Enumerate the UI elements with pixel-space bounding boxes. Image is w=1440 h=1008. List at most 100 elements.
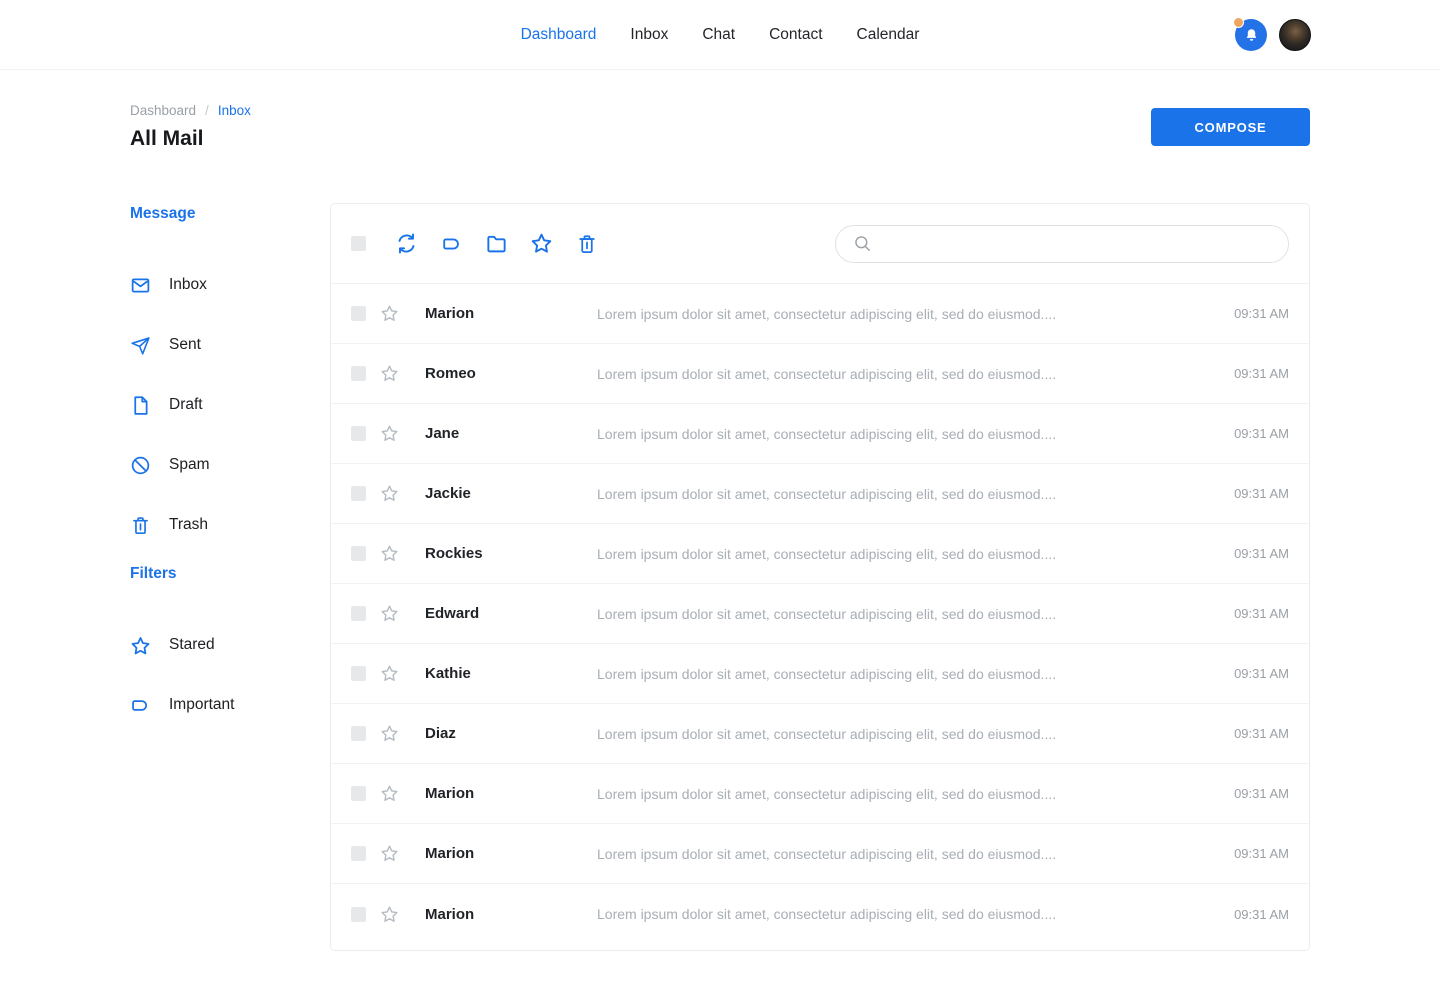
sidebar-item-stared[interactable]: Stared: [130, 615, 330, 675]
mail-sender: Marion: [425, 906, 597, 923]
mail-preview: Lorem ipsum dolor sit amet, consectetur …: [597, 726, 1219, 742]
star-icon[interactable]: [380, 424, 399, 443]
row-checkbox[interactable]: [351, 786, 366, 801]
mail-preview: Lorem ipsum dolor sit amet, consectetur …: [597, 306, 1219, 322]
sidebar-item-label: Inbox: [169, 276, 207, 294]
star-icon[interactable]: [380, 364, 399, 383]
page-head: Dashboard / Inbox All Mail COMPOSE: [130, 70, 1310, 151]
mail-sender: Jackie: [425, 485, 597, 502]
mail-row[interactable]: Marion Lorem ipsum dolor sit amet, conse…: [331, 764, 1309, 824]
star-icon[interactable]: [380, 304, 399, 323]
mail-time: 09:31 AM: [1219, 606, 1289, 621]
sidebar-item-label: Stared: [169, 636, 215, 654]
top-header: Dashboard Inbox Chat Contact Calendar: [0, 0, 1440, 70]
sidebar-item-spam[interactable]: Spam: [130, 435, 330, 495]
row-checkbox[interactable]: [351, 726, 366, 741]
star-icon[interactable]: [380, 544, 399, 563]
row-checkbox[interactable]: [351, 907, 366, 922]
mail-sender: Rockies: [425, 545, 597, 562]
search-box: [835, 225, 1289, 263]
mail-row[interactable]: Edward Lorem ipsum dolor sit amet, conse…: [331, 584, 1309, 644]
star-icon[interactable]: [380, 484, 399, 503]
star-icon[interactable]: [530, 232, 553, 255]
mail-row[interactable]: Marion Lorem ipsum dolor sit amet, conse…: [331, 284, 1309, 344]
star-icon: [130, 635, 151, 656]
draft-icon: [130, 395, 151, 416]
header-actions: [1235, 0, 1311, 70]
refresh-icon[interactable]: [395, 232, 418, 255]
row-checkbox[interactable]: [351, 366, 366, 381]
mail-row[interactable]: Romeo Lorem ipsum dolor sit amet, consec…: [331, 344, 1309, 404]
compose-button[interactable]: COMPOSE: [1151, 108, 1310, 146]
sidebar-item-inbox[interactable]: Inbox: [130, 255, 330, 315]
user-avatar[interactable]: [1279, 19, 1311, 51]
nav-dashboard[interactable]: Dashboard: [521, 26, 597, 44]
mail-row[interactable]: Marion Lorem ipsum dolor sit amet, conse…: [331, 824, 1309, 884]
trash-icon[interactable]: [575, 232, 598, 255]
title-block: Dashboard / Inbox All Mail: [130, 103, 251, 151]
breadcrumb-dashboard[interactable]: Dashboard: [130, 103, 196, 118]
search-icon: [853, 234, 872, 253]
mail-preview: Lorem ipsum dolor sit amet, consectetur …: [597, 546, 1219, 562]
mail-row[interactable]: Kathie Lorem ipsum dolor sit amet, conse…: [331, 644, 1309, 704]
row-checkbox[interactable]: [351, 546, 366, 561]
mail-time: 09:31 AM: [1219, 726, 1289, 741]
mail-time: 09:31 AM: [1219, 486, 1289, 501]
sidebar-item-trash[interactable]: Trash: [130, 495, 330, 555]
search-input[interactable]: [882, 236, 1274, 252]
mail-panel: Marion Lorem ipsum dolor sit amet, conse…: [330, 203, 1310, 951]
row-checkbox[interactable]: [351, 606, 366, 621]
sidebar-item-sent[interactable]: Sent: [130, 315, 330, 375]
star-icon[interactable]: [380, 844, 399, 863]
sidebar-section-message: Message Inbox Sent: [130, 205, 330, 555]
star-icon[interactable]: [380, 905, 399, 924]
sidebar-item-draft[interactable]: Draft: [130, 375, 330, 435]
sidebar-section-filters: Filters Stared Important: [130, 565, 330, 735]
mail-preview: Lorem ipsum dolor sit amet, consectetur …: [597, 846, 1219, 862]
sidebar-item-important[interactable]: Important: [130, 675, 330, 735]
sidebar-item-label: Important: [169, 696, 234, 714]
star-icon[interactable]: [380, 784, 399, 803]
mail-time: 09:31 AM: [1219, 666, 1289, 681]
mail-sender: Marion: [425, 845, 597, 862]
label-icon[interactable]: [440, 232, 463, 255]
label-icon: [130, 695, 151, 716]
notification-bell-icon[interactable]: [1235, 19, 1267, 51]
mail-toolbar: [331, 204, 1309, 284]
mail-preview: Lorem ipsum dolor sit amet, consectetur …: [597, 486, 1219, 502]
mail-row[interactable]: Marion Lorem ipsum dolor sit amet, conse…: [331, 884, 1309, 944]
mail-preview: Lorem ipsum dolor sit amet, consectetur …: [597, 366, 1219, 382]
star-icon[interactable]: [380, 724, 399, 743]
select-all-checkbox[interactable]: [351, 236, 366, 251]
nav-inbox[interactable]: Inbox: [630, 26, 668, 44]
sidebar-item-label: Spam: [169, 456, 210, 474]
mail-preview: Lorem ipsum dolor sit amet, consectetur …: [597, 606, 1219, 622]
mail-sender: Diaz: [425, 725, 597, 742]
row-checkbox[interactable]: [351, 666, 366, 681]
mail-row[interactable]: Rockies Lorem ipsum dolor sit amet, cons…: [331, 524, 1309, 584]
nav-calendar[interactable]: Calendar: [857, 26, 920, 44]
mail-time: 09:31 AM: [1219, 366, 1289, 381]
row-checkbox[interactable]: [351, 846, 366, 861]
mail-row[interactable]: Diaz Lorem ipsum dolor sit amet, consect…: [331, 704, 1309, 764]
row-checkbox[interactable]: [351, 486, 366, 501]
folder-icon[interactable]: [485, 232, 508, 255]
star-icon[interactable]: [380, 604, 399, 623]
mail-row[interactable]: Jane Lorem ipsum dolor sit amet, consect…: [331, 404, 1309, 464]
nav-chat[interactable]: Chat: [702, 26, 735, 44]
sidebar-item-label: Sent: [169, 336, 201, 354]
breadcrumb-separator: /: [205, 103, 209, 118]
row-checkbox[interactable]: [351, 426, 366, 441]
mail-sender: Romeo: [425, 365, 597, 382]
mail-preview: Lorem ipsum dolor sit amet, consectetur …: [597, 426, 1219, 442]
nav-contact[interactable]: Contact: [769, 26, 822, 44]
mail-row[interactable]: Jackie Lorem ipsum dolor sit amet, conse…: [331, 464, 1309, 524]
breadcrumb-inbox[interactable]: Inbox: [218, 103, 251, 118]
mail-preview: Lorem ipsum dolor sit amet, consectetur …: [597, 786, 1219, 802]
row-checkbox[interactable]: [351, 306, 366, 321]
trash-icon: [130, 515, 151, 536]
page-title: All Mail: [130, 127, 251, 151]
star-icon[interactable]: [380, 664, 399, 683]
mail-sender: Jane: [425, 425, 597, 442]
block-icon: [130, 455, 151, 476]
